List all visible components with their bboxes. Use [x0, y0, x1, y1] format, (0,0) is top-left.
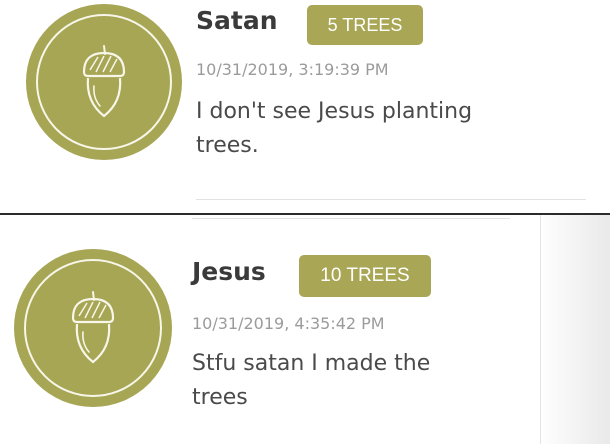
comment-message: I don't see Jesus planting trees.	[196, 95, 472, 163]
comment-timestamp: 10/31/2019, 3:19:39 PM	[196, 60, 389, 79]
badge-label: 5 TREES	[327, 14, 403, 35]
comment-message: Stfu satan I made the trees	[192, 347, 430, 415]
comment-author[interactable]: Jesus	[192, 257, 266, 286]
tree-count-badge: 5 TREES	[307, 5, 423, 45]
tree-count-badge: 10 TREES	[299, 255, 431, 297]
message-line: Stfu satan I made the	[192, 351, 431, 376]
avatar[interactable]	[14, 249, 172, 407]
acorn-icon	[82, 45, 126, 118]
comment-divider	[192, 218, 510, 219]
avatar[interactable]	[26, 4, 182, 160]
comment-timestamp: 10/31/2019, 4:35:42 PM	[192, 314, 385, 333]
message-line: I don't see Jesus planting	[196, 99, 473, 124]
acorn-icon	[71, 291, 115, 364]
message-line: trees.	[196, 133, 259, 159]
page-edge-shade	[538, 215, 610, 444]
comment-card-satan: Satan 5 TREES 10/31/2019, 3:19:39 PM I d…	[0, 0, 610, 214]
page-edge-line	[540, 215, 541, 444]
comment-card-jesus: Jesus 10 TREES 10/31/2019, 4:35:42 PM St…	[0, 215, 610, 444]
comment-author[interactable]: Satan	[196, 6, 278, 35]
message-line: trees	[192, 385, 248, 411]
badge-label: 10 TREES	[320, 265, 410, 286]
comment-divider	[196, 199, 586, 200]
